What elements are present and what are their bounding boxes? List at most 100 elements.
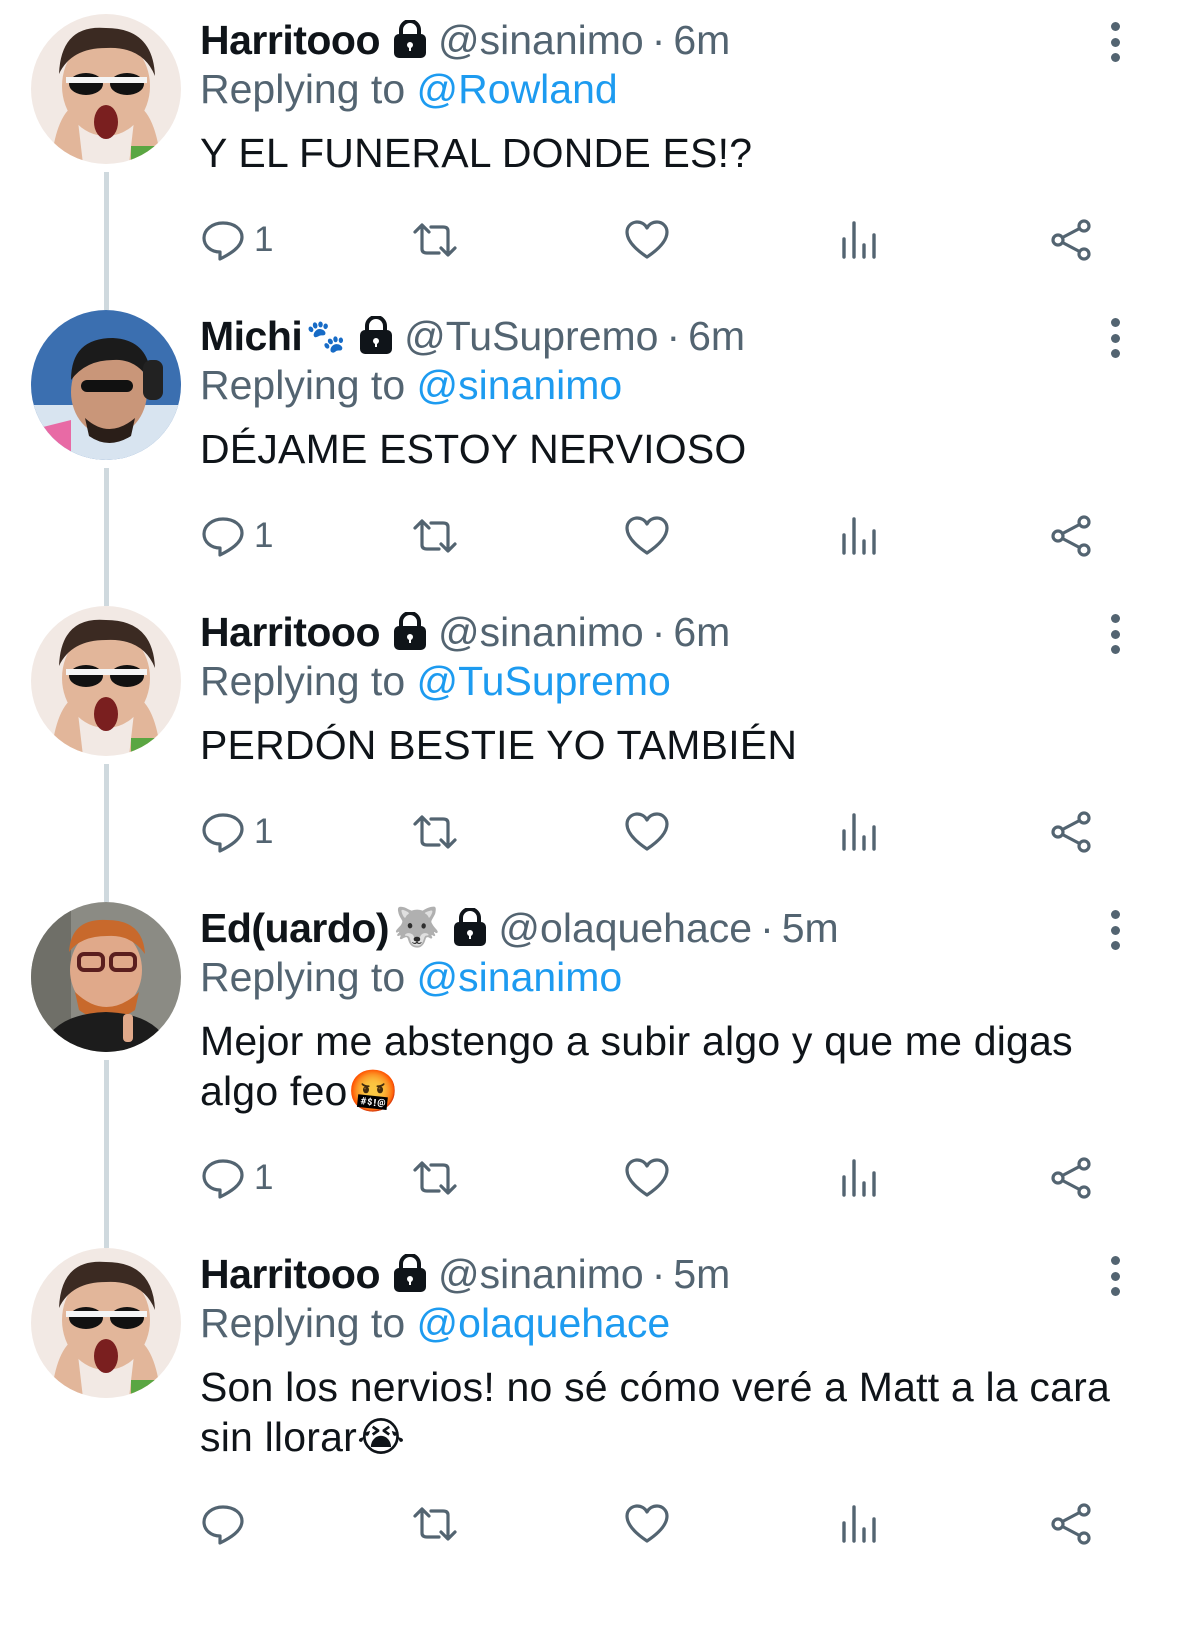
retweet-icon: [413, 519, 457, 553]
tweet-header: Harritooo @sinanimo · 6m: [200, 16, 1139, 64]
avatar[interactable]: [31, 1248, 181, 1398]
share-button[interactable]: [1048, 217, 1094, 263]
analytics-button[interactable]: [836, 217, 1048, 263]
share-icon: [1051, 811, 1091, 853]
timestamp[interactable]: 6m: [688, 312, 745, 360]
avatar[interactable]: [31, 310, 181, 460]
like-button[interactable]: [624, 217, 836, 263]
reply-count: 1: [254, 516, 274, 555]
separator-dot: ·: [666, 313, 681, 359]
like-button[interactable]: [624, 809, 836, 855]
analytics-button[interactable]: [836, 513, 1048, 559]
lock-icon: [390, 20, 430, 60]
timestamp[interactable]: 6m: [673, 16, 730, 64]
timestamp[interactable]: 5m: [782, 904, 839, 952]
more-icon[interactable]: [1101, 612, 1129, 656]
reply-button[interactable]: 1: [200, 217, 412, 263]
share-button[interactable]: [1048, 809, 1094, 855]
avatar[interactable]: [31, 14, 181, 164]
mention-link[interactable]: @sinanimo: [417, 362, 623, 408]
tweet-actions: 1: [200, 508, 1139, 564]
tweet[interactable]: Harritooo @sinanimo · 6m Replying to @Ro…: [0, 0, 1179, 310]
reply-button[interactable]: 1: [200, 513, 412, 559]
like-button[interactable]: [624, 513, 836, 559]
tweet[interactable]: Harritooo @sinanimo · 6m Replying to @Tu…: [0, 592, 1179, 902]
tweet[interactable]: Ed(uardo) 🐺 @olaquehace · 5m Replying to…: [0, 888, 1179, 1248]
like-icon: [625, 1504, 669, 1543]
lock-icon: [356, 316, 396, 356]
avatar-image: [31, 1248, 181, 1398]
display-name[interactable]: Ed(uardo): [200, 904, 390, 952]
reply-icon: [202, 1505, 244, 1545]
retweet-icon: [413, 1161, 457, 1195]
reply-icon: [202, 813, 244, 853]
display-name[interactable]: Harritooo: [200, 16, 381, 64]
reply-button[interactable]: 1: [200, 1155, 412, 1201]
tweet[interactable]: Harritooo @sinanimo · 5m Replying to @ol…: [0, 1234, 1179, 1637]
like-button[interactable]: [624, 1155, 836, 1201]
analytics-button[interactable]: [836, 1501, 1048, 1547]
more-icon[interactable]: [1101, 316, 1129, 360]
more-icon[interactable]: [1101, 1254, 1129, 1298]
handle[interactable]: @sinanimo: [438, 1250, 644, 1298]
avatar-image: [31, 14, 181, 164]
tweet-text: DÉJAME ESTOY NERVIOSO: [200, 426, 747, 472]
avatar-image: [31, 606, 181, 756]
timestamp[interactable]: 5m: [673, 1250, 730, 1298]
wolf-emoji: 🐺: [393, 907, 441, 949]
share-button[interactable]: [1048, 1501, 1094, 1547]
analytics-icon: [842, 813, 876, 851]
tweet-text-body: Son los nervios! no sé cómo veré a Matt …: [200, 1364, 1110, 1460]
avatar[interactable]: [31, 902, 181, 1052]
share-icon: [1051, 219, 1091, 261]
tweet-text: PERDÓN BESTIE YO TAMBIÉN: [200, 722, 798, 768]
separator-dot: ·: [651, 17, 666, 63]
mention-link[interactable]: @olaquehace: [417, 1300, 671, 1346]
more-icon[interactable]: [1101, 908, 1129, 952]
retweet-button[interactable]: [412, 1501, 624, 1547]
display-name[interactable]: Harritooo: [200, 608, 381, 656]
tweet-text: Y EL FUNERAL DONDE ES!?: [200, 130, 753, 176]
share-icon: [1051, 1503, 1091, 1545]
avatar[interactable]: [31, 606, 181, 756]
replying-to: Replying to @sinanimo: [200, 360, 1139, 410]
crying-emoji: 😭: [356, 1414, 406, 1460]
thread-line: [104, 1060, 109, 1248]
mention-link[interactable]: @Rowland: [417, 66, 618, 112]
display-name[interactable]: Harritooo: [200, 1250, 381, 1298]
reply-button[interactable]: [200, 1501, 412, 1547]
analytics-icon: [842, 1505, 876, 1543]
mention-link[interactable]: @TuSupremo: [417, 658, 671, 704]
handle[interactable]: @TuSupremo: [404, 312, 658, 360]
lock-icon: [390, 1254, 430, 1294]
analytics-icon: [842, 1159, 876, 1197]
tweet-header: Ed(uardo) 🐺 @olaquehace · 5m: [200, 904, 1139, 952]
replying-to-label: Replying to: [200, 658, 406, 704]
timestamp[interactable]: 6m: [673, 608, 730, 656]
retweet-button[interactable]: [412, 809, 624, 855]
replying-to-label: Replying to: [200, 362, 406, 408]
like-icon: [625, 1158, 669, 1197]
handle[interactable]: @sinanimo: [438, 16, 644, 64]
reply-button[interactable]: 1: [200, 809, 412, 855]
avatar-image: [31, 902, 181, 1052]
mention-link[interactable]: @sinanimo: [417, 954, 623, 1000]
handle[interactable]: @sinanimo: [438, 608, 644, 656]
analytics-button[interactable]: [836, 1155, 1048, 1201]
display-name[interactable]: Michi: [200, 312, 303, 360]
handle[interactable]: @olaquehace: [498, 904, 752, 952]
separator-dot: ·: [651, 609, 666, 655]
retweet-button[interactable]: [412, 513, 624, 559]
tweet-header: Harritooo @sinanimo · 5m: [200, 1250, 1139, 1298]
tweet[interactable]: Michi 🐾 @TuSupremo · 6m Replying to @sin…: [0, 296, 1179, 606]
like-button[interactable]: [624, 1501, 836, 1547]
thread-line: [104, 172, 109, 310]
thread-line: [104, 764, 109, 902]
retweet-icon: [413, 815, 457, 849]
retweet-button[interactable]: [412, 217, 624, 263]
retweet-button[interactable]: [412, 1155, 624, 1201]
more-icon[interactable]: [1101, 20, 1129, 64]
analytics-button[interactable]: [836, 809, 1048, 855]
share-button[interactable]: [1048, 1155, 1094, 1201]
share-button[interactable]: [1048, 513, 1094, 559]
